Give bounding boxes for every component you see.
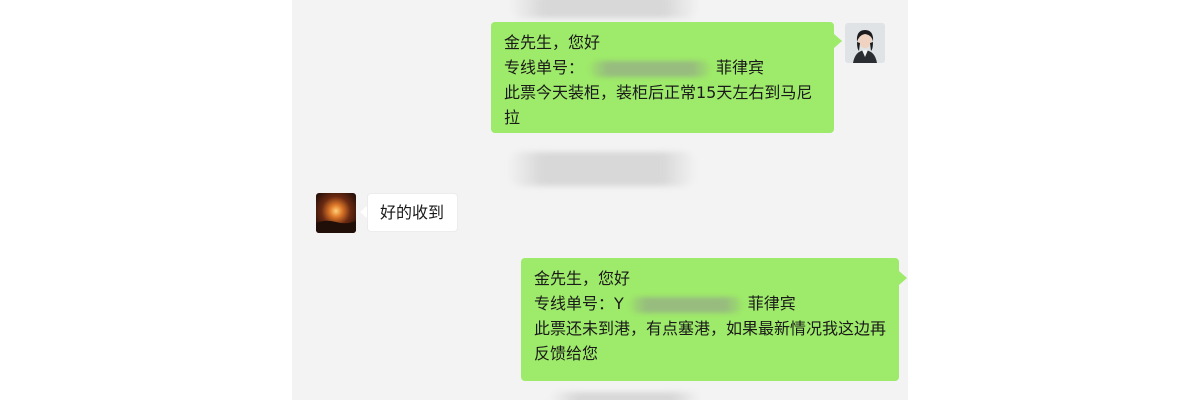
agent-avatar[interactable] — [845, 23, 885, 63]
message-line: 金先生，您好 — [534, 269, 631, 288]
tracking-label: 专线单号：Y — [534, 294, 624, 313]
tracking-number-line: 专线单号： 菲律宾 — [504, 55, 822, 80]
destination-country: 菲律宾 — [716, 58, 765, 77]
blurred-timestamp — [550, 392, 700, 400]
message-line: 此票今天装柜，装柜后正常15天左右到马尼拉 — [504, 83, 813, 127]
woman-portrait-icon — [845, 23, 885, 63]
blurred-timestamp — [510, 0, 698, 18]
blurred-timestamp — [508, 152, 696, 186]
bubble-tail — [834, 34, 842, 48]
message-bubble-2[interactable]: 好的收到 — [367, 193, 458, 232]
customer-avatar[interactable] — [316, 193, 356, 233]
redacted-tracking-number — [590, 60, 711, 77]
bubble-tail — [899, 271, 907, 285]
destination-country: 菲律宾 — [747, 294, 796, 313]
sunset-icon — [316, 193, 356, 233]
tracking-number-line: 专线单号：Y 菲律宾 — [534, 291, 887, 316]
message-line: 此票还未到港，有点塞港，如果最新情况我这边再反馈给您 — [534, 319, 887, 363]
message-line: 金先生，您好 — [504, 33, 601, 52]
message-bubble-1[interactable]: 金先生，您好 专线单号： 菲律宾 此票今天装柜，装柜后正常15天左右到马尼拉 — [491, 22, 834, 133]
bubble-tail — [360, 206, 367, 218]
tracking-label: 专线单号： — [504, 58, 585, 77]
message-bubble-3[interactable]: 金先生，您好 专线单号：Y 菲律宾 此票还未到港，有点塞港，如果最新情况我这边再反… — [521, 258, 899, 381]
message-text: 好的收到 — [380, 203, 445, 222]
redacted-tracking-number — [629, 296, 742, 313]
chat-panel: 金先生，您好 专线单号： 菲律宾 此票今天装柜，装柜后正常15天左右到马尼拉 好的… — [292, 0, 908, 400]
